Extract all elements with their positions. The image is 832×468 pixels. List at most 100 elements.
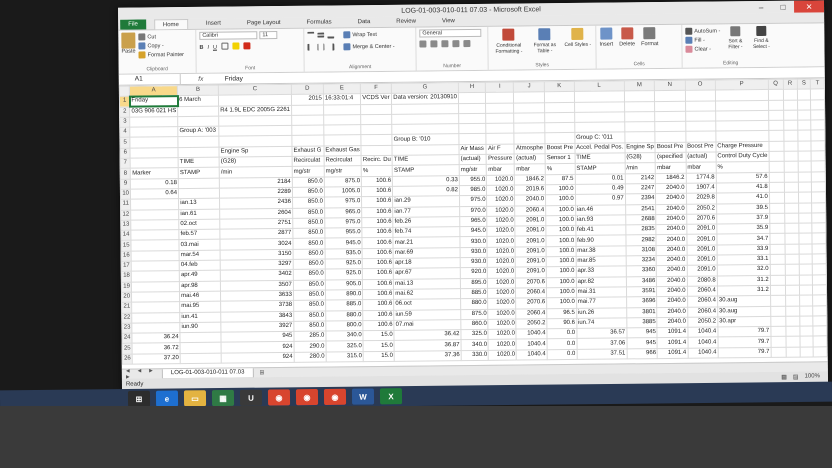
cell-C23[interactable]: 3927	[220, 321, 294, 333]
cell-C1[interactable]	[218, 94, 292, 106]
cell-G16[interactable]: mar.69	[393, 247, 461, 259]
merge-center-button[interactable]: Merge & Center -	[343, 42, 395, 52]
cell-D3[interactable]	[291, 114, 324, 126]
cell-O4[interactable]	[685, 121, 716, 132]
cell-D26[interactable]: 280.0	[294, 351, 327, 363]
cell-S21[interactable]	[799, 295, 814, 306]
clear-button[interactable]: Clear -	[685, 44, 720, 53]
cell-H17[interactable]: 930.0	[460, 257, 488, 268]
cell-M11[interactable]: 2394	[625, 193, 656, 205]
cell-S25[interactable]	[799, 336, 814, 347]
cell-R7[interactable]	[783, 151, 798, 162]
align-left-icon[interactable]	[307, 43, 315, 51]
cell-A11[interactable]	[130, 198, 179, 210]
column-header-E[interactable]: E	[323, 83, 361, 95]
cell-B10[interactable]	[178, 188, 220, 199]
align-center-icon[interactable]	[317, 43, 325, 51]
cell-O11[interactable]: 2029.8	[686, 193, 717, 204]
cell-S5[interactable]	[797, 130, 812, 141]
cell-J4[interactable]	[514, 122, 545, 134]
cell-H2[interactable]	[458, 102, 487, 114]
cell-I15[interactable]: 1020.0	[487, 236, 516, 248]
cell-M21[interactable]: 3696	[626, 296, 658, 308]
cell-T26[interactable]	[813, 346, 828, 357]
cell-B1[interactable]: 6 March	[177, 95, 219, 107]
cell-Q7[interactable]	[768, 151, 784, 162]
cell-A13[interactable]	[131, 219, 179, 231]
cell-D15[interactable]: 850.0	[292, 238, 325, 250]
cell-J2[interactable]	[513, 102, 545, 113]
cell-C8[interactable]: /min	[219, 166, 293, 178]
cell-J5[interactable]	[514, 133, 546, 144]
cell-J9[interactable]: 1846.2	[514, 174, 546, 186]
file-explorer-icon[interactable]: ▭	[183, 390, 207, 407]
cell-L6[interactable]: Accel. Pedal Pos.	[574, 142, 625, 154]
cell-G3[interactable]	[391, 113, 459, 125]
cell-L11[interactable]: 0.97	[575, 194, 626, 205]
cell-B6[interactable]	[178, 146, 220, 158]
cell-S17[interactable]	[798, 253, 813, 265]
cell-D14[interactable]: 850.0	[292, 228, 325, 239]
cell-J8[interactable]: mbar	[514, 164, 546, 175]
cell-A18[interactable]	[131, 270, 180, 282]
cell-S7[interactable]	[797, 151, 812, 162]
cell-N24[interactable]: 1091.4	[657, 327, 688, 338]
cell-B17[interactable]: 04.feb	[179, 260, 221, 271]
cell-M18[interactable]: 3360	[625, 265, 657, 277]
cell-G17[interactable]: apr.18	[393, 257, 461, 269]
cell-F1[interactable]: VCDS Ver	[360, 93, 392, 105]
cell-J11[interactable]: 2040.0	[514, 195, 546, 206]
cell-H8[interactable]: mg/str	[459, 164, 487, 176]
cell-B26[interactable]	[180, 352, 222, 364]
cell-E9[interactable]: 875.0	[324, 176, 362, 188]
cell-P20[interactable]: 31.2	[717, 285, 771, 297]
cell-S4[interactable]	[797, 120, 812, 131]
column-header-H[interactable]: H	[458, 82, 486, 93]
cell-J23[interactable]: 2050.2	[516, 318, 547, 330]
cell-G8[interactable]: STAMP	[392, 165, 460, 177]
cell-K25[interactable]: 0.0	[547, 338, 577, 350]
cell-A20[interactable]	[131, 291, 180, 303]
row-header[interactable]: 11	[120, 199, 132, 210]
column-header-M[interactable]: M	[624, 80, 655, 92]
cell-P1[interactable]	[715, 89, 769, 101]
column-header-Q[interactable]: Q	[768, 79, 784, 90]
cell-G2[interactable]	[391, 103, 459, 115]
cell-L4[interactable]	[574, 122, 625, 133]
cell-I19[interactable]: 1020.0	[487, 277, 516, 289]
cell-N11[interactable]: 2040.0	[655, 193, 687, 205]
cell-M10[interactable]: 2247	[625, 183, 656, 195]
row-header[interactable]: 5	[119, 137, 131, 148]
cell-R23[interactable]	[785, 315, 800, 327]
cell-S18[interactable]	[798, 264, 813, 275]
cell-C9[interactable]: 2184	[219, 177, 293, 189]
cell-D19[interactable]: 850.0	[293, 279, 326, 291]
cell-G14[interactable]: feb.74	[393, 226, 460, 238]
cell-K24[interactable]: 0.0	[546, 328, 577, 340]
cell-M1[interactable]	[624, 90, 655, 102]
cell-E20[interactable]: 890.0	[325, 289, 363, 301]
cell-F5[interactable]	[361, 134, 393, 146]
cell-S16[interactable]	[798, 243, 813, 255]
cell-S1[interactable]	[797, 89, 811, 100]
cell-M17[interactable]: 3234	[625, 255, 657, 267]
cell-O19[interactable]: 2080.8	[686, 275, 718, 287]
cell-C25[interactable]: 924	[221, 341, 295, 353]
cell-O22[interactable]: 2060.4	[687, 306, 718, 318]
cell-Q3[interactable]	[768, 110, 784, 121]
cell-B11[interactable]: ian.13	[178, 198, 220, 210]
cell-P16[interactable]: 33.9	[716, 244, 770, 255]
cell-G4[interactable]	[392, 123, 459, 135]
cell-I13[interactable]: 1020.0	[487, 215, 516, 227]
cell-T10[interactable]	[811, 181, 826, 193]
fx-icon[interactable]: fx	[181, 75, 221, 82]
row-header[interactable]: 24	[121, 333, 133, 344]
cell-O14[interactable]: 2091.0	[686, 224, 717, 235]
cell-N21[interactable]: 2040.0	[656, 296, 688, 308]
cell-A14[interactable]	[131, 229, 180, 241]
cell-L20[interactable]: mai.31	[576, 286, 627, 298]
cell-K6[interactable]: Boost Pre	[545, 143, 575, 154]
cell-I5[interactable]	[486, 133, 515, 145]
cell-N12[interactable]: 2040.0	[655, 203, 687, 215]
cell-F26[interactable]: 15.0	[363, 351, 395, 362]
